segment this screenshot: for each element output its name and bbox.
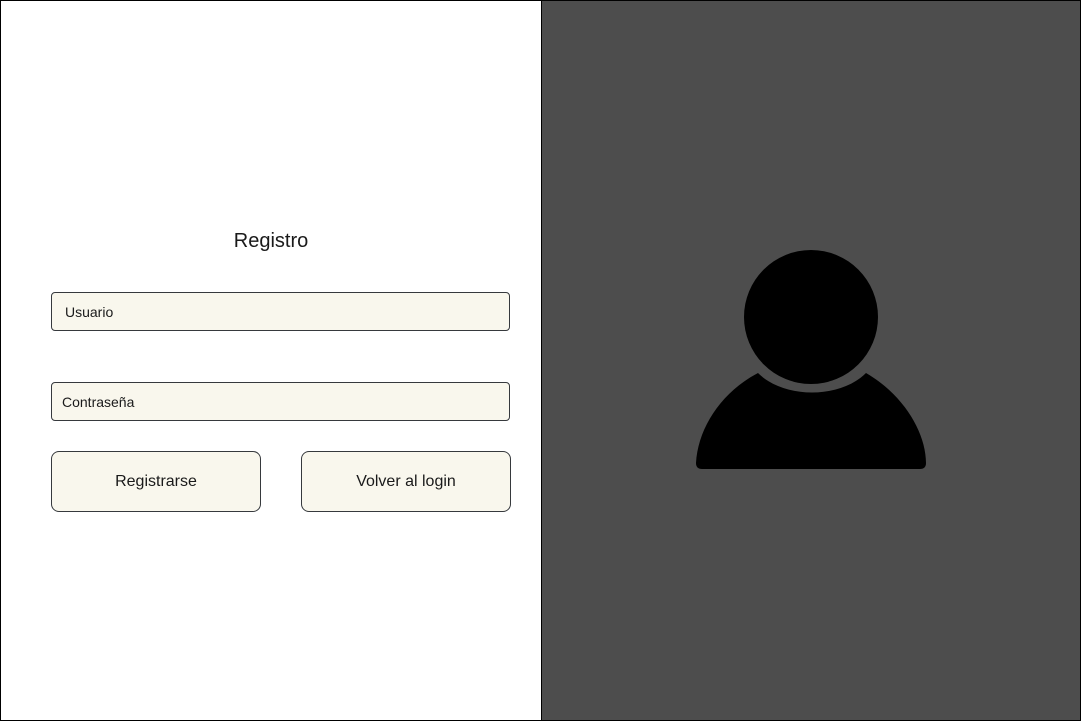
back-to-login-button[interactable]: Volver al login <box>301 451 511 512</box>
back-to-login-button-label: Volver al login <box>356 472 456 490</box>
register-button[interactable]: Registrarse <box>51 451 261 512</box>
username-field[interactable] <box>51 292 510 331</box>
password-input[interactable] <box>52 383 509 420</box>
illustration-panel <box>541 1 1080 720</box>
window-frame: Registro Registrarse Volver al login <box>0 0 1081 721</box>
username-input[interactable] <box>52 293 509 330</box>
user-icon-head <box>744 250 878 384</box>
registration-panel: Registro Registrarse Volver al login <box>1 1 541 720</box>
page-title: Registro <box>233 230 309 252</box>
password-field[interactable] <box>51 382 510 421</box>
register-button-label: Registrarse <box>115 472 197 490</box>
user-icon-body <box>696 373 926 469</box>
user-icon <box>696 250 926 469</box>
